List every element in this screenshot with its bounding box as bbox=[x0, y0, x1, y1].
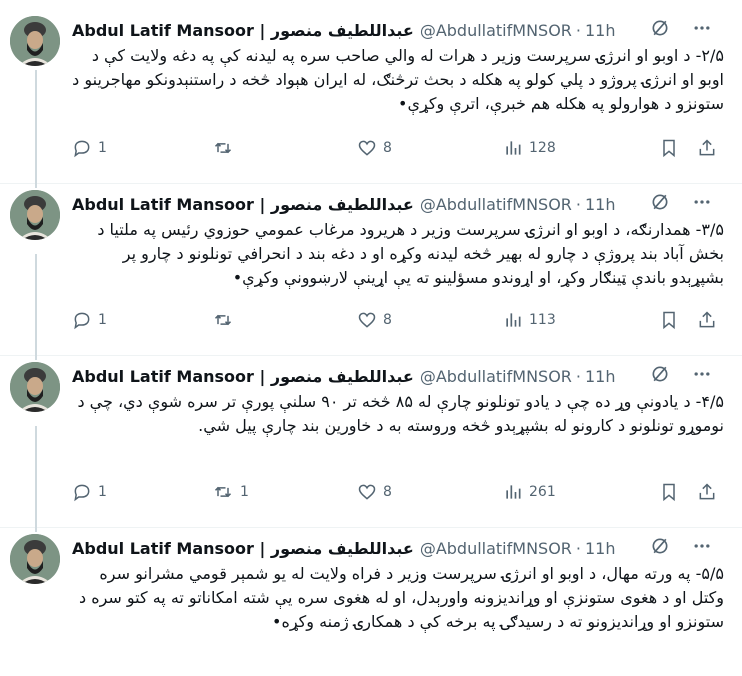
thread-line bbox=[35, 528, 37, 532]
more-options-icon[interactable] bbox=[692, 192, 712, 216]
views-icon bbox=[503, 482, 523, 502]
share-icon bbox=[697, 310, 717, 330]
avatar[interactable] bbox=[10, 16, 60, 66]
views-icon bbox=[503, 138, 523, 158]
bookmark-button[interactable] bbox=[659, 310, 697, 330]
tweet-time[interactable]: 11h bbox=[585, 367, 616, 386]
share-button[interactable] bbox=[697, 482, 721, 502]
author-name[interactable]: Abdul Latif Mansoor | عبداللطيف منصور bbox=[72, 367, 414, 386]
tweet-text: ۵/۵- په ورته مهال، د اوبو او انرژۍ سرپرس… bbox=[78, 564, 724, 631]
view-count: 128 bbox=[529, 140, 556, 156]
reply-count: 1 bbox=[98, 140, 107, 156]
tweet-time[interactable]: 11h bbox=[585, 21, 616, 40]
bookmark-icon bbox=[659, 482, 679, 502]
bookmark-button[interactable] bbox=[659, 482, 697, 502]
thread-line bbox=[35, 426, 37, 528]
thread-line bbox=[35, 184, 37, 188]
views-button[interactable]: 113 bbox=[503, 310, 659, 330]
tweet-time[interactable]: 11h bbox=[585, 539, 616, 558]
like-count: 8 bbox=[383, 484, 392, 500]
view-count: 261 bbox=[529, 484, 556, 500]
reply-icon bbox=[72, 310, 92, 330]
tweet-card[interactable]: Abdul Latif Mansoor | عبداللطيف منصور @A… bbox=[0, 0, 742, 184]
tweet-text: ۴/۵- د یادونې وړ ده چې د یادو تونلونو چا… bbox=[77, 392, 724, 435]
share-icon bbox=[697, 138, 717, 158]
reply-count: 1 bbox=[98, 484, 107, 500]
heart-icon bbox=[357, 138, 377, 158]
retweet-button[interactable] bbox=[212, 138, 357, 158]
views-button[interactable]: 261 bbox=[503, 482, 659, 502]
author-handle[interactable]: @AbdullatifMNSOR bbox=[420, 367, 572, 386]
avatar[interactable] bbox=[10, 190, 60, 240]
retweet-button[interactable]: 1 bbox=[212, 482, 357, 502]
reply-button[interactable]: 1 bbox=[72, 482, 212, 502]
more-options-icon[interactable] bbox=[692, 18, 712, 42]
like-button[interactable]: 8 bbox=[357, 482, 503, 502]
avatar[interactable] bbox=[10, 362, 60, 412]
thread-line bbox=[35, 70, 37, 184]
retweet-icon bbox=[212, 482, 234, 502]
reply-count: 1 bbox=[98, 312, 107, 328]
reply-button[interactable]: 1 bbox=[72, 138, 212, 158]
reply-icon bbox=[72, 482, 92, 502]
views-button[interactable]: 128 bbox=[503, 138, 659, 158]
author-name[interactable]: Abdul Latif Mansoor | عبداللطيف منصور bbox=[72, 195, 414, 214]
author-name[interactable]: Abdul Latif Mansoor | عبداللطيف منصور bbox=[72, 21, 414, 40]
bookmark-icon bbox=[659, 310, 679, 330]
share-button[interactable] bbox=[697, 310, 721, 330]
retweet-icon bbox=[212, 138, 234, 158]
reply-icon bbox=[72, 138, 92, 158]
heart-icon bbox=[357, 310, 377, 330]
retweet-button[interactable] bbox=[212, 310, 357, 330]
thread-line bbox=[35, 356, 37, 360]
tweet-card[interactable]: Abdul Latif Mansoor | عبداللطيف منصور @A… bbox=[0, 528, 742, 676]
tweet-text: ۳/۵- همدارنګه، د اوبو او انرژۍ سرپرست وز… bbox=[97, 220, 724, 287]
tweet-time[interactable]: 11h bbox=[585, 195, 616, 214]
views-icon bbox=[503, 310, 523, 330]
like-button[interactable]: 8 bbox=[357, 138, 503, 158]
reply-button[interactable]: 1 bbox=[72, 310, 212, 330]
retweet-count: 1 bbox=[240, 484, 249, 500]
tweet-text: ۲/۵- د اوبو او انرژۍ سرپرست وزیر د هرات … bbox=[72, 46, 724, 113]
grok-icon[interactable] bbox=[650, 536, 670, 560]
retweet-icon bbox=[212, 310, 234, 330]
bookmark-button[interactable] bbox=[659, 138, 697, 158]
like-count: 8 bbox=[383, 312, 392, 328]
tweet-card[interactable]: Abdul Latif Mansoor | عبداللطيف منصور @A… bbox=[0, 356, 742, 528]
thread-line bbox=[35, 254, 37, 356]
author-handle[interactable]: @AbdullatifMNSOR bbox=[420, 195, 572, 214]
grok-icon[interactable] bbox=[650, 364, 670, 388]
heart-icon bbox=[357, 482, 377, 502]
share-button[interactable] bbox=[697, 138, 721, 158]
like-button[interactable]: 8 bbox=[357, 310, 503, 330]
view-count: 113 bbox=[529, 312, 556, 328]
grok-icon[interactable] bbox=[650, 18, 670, 42]
more-options-icon[interactable] bbox=[692, 536, 712, 560]
author-handle[interactable]: @AbdullatifMNSOR bbox=[420, 21, 572, 40]
grok-icon[interactable] bbox=[650, 192, 670, 216]
avatar[interactable] bbox=[10, 534, 60, 584]
more-options-icon[interactable] bbox=[692, 364, 712, 388]
like-count: 8 bbox=[383, 140, 392, 156]
tweet-card[interactable]: Abdul Latif Mansoor | عبداللطيف منصور @A… bbox=[0, 184, 742, 356]
author-handle[interactable]: @AbdullatifMNSOR bbox=[420, 539, 572, 558]
bookmark-icon bbox=[659, 138, 679, 158]
author-name[interactable]: Abdul Latif Mansoor | عبداللطيف منصور bbox=[72, 539, 414, 558]
share-icon bbox=[697, 482, 717, 502]
